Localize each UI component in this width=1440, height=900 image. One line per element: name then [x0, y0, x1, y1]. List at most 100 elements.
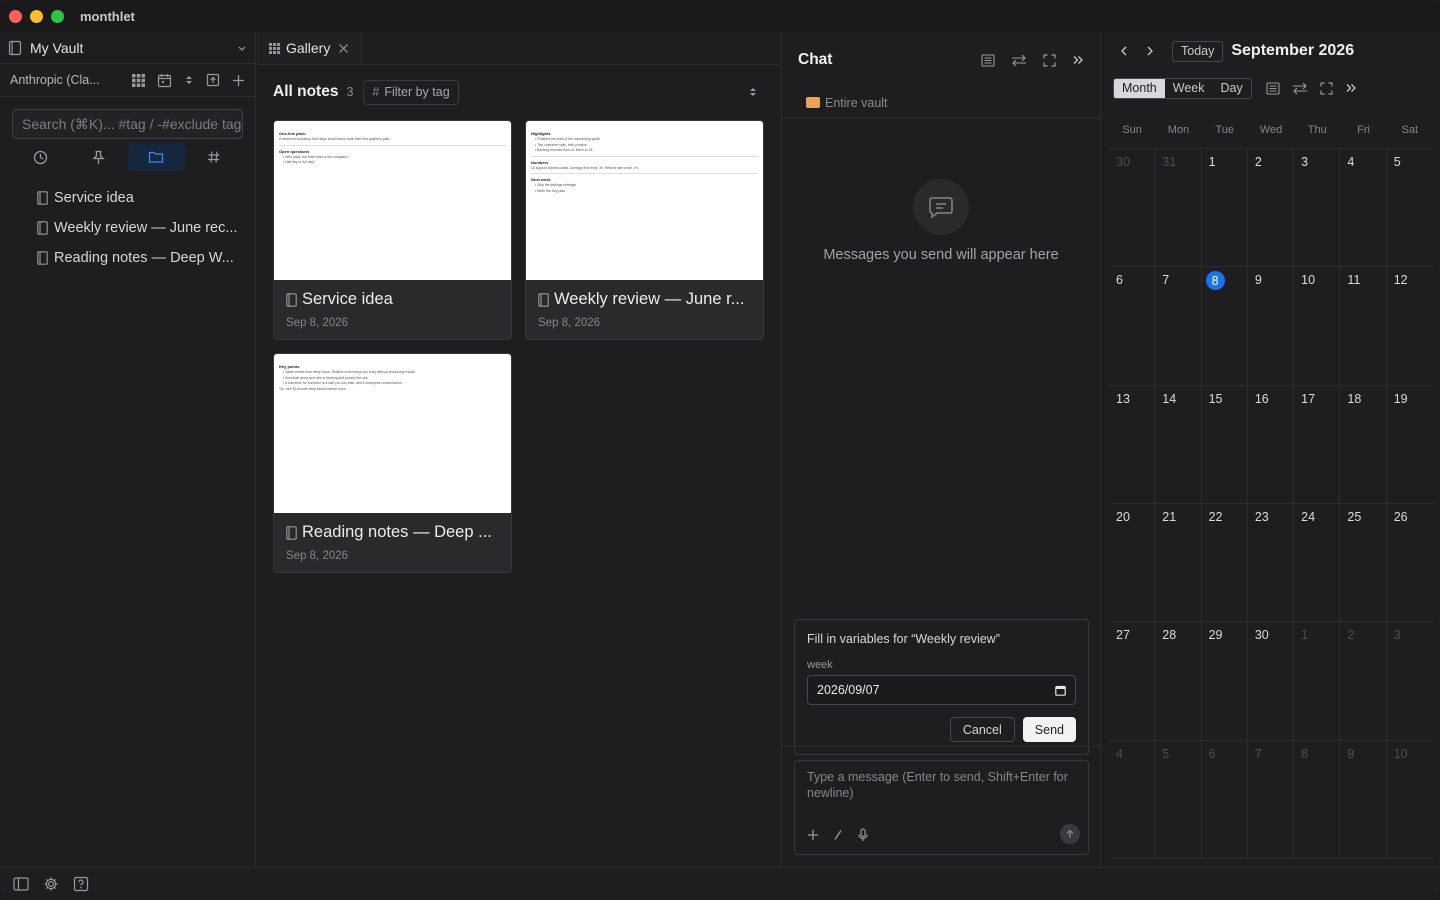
- zoom-window-button[interactable]: [51, 9, 64, 23]
- settings-icon[interactable]: [43, 876, 59, 892]
- calendar-day[interactable]: 18: [1340, 385, 1387, 504]
- import-icon[interactable]: [206, 73, 220, 87]
- calendar-day[interactable]: 6: [1109, 267, 1156, 386]
- calendar-day[interactable]: 7: [1155, 267, 1202, 386]
- cancel-button[interactable]: Cancel: [949, 717, 1015, 742]
- swap-icon[interactable]: [1292, 82, 1308, 95]
- calendar-day[interactable]: 7: [1247, 740, 1295, 859]
- calendar-day[interactable]: 6: [1201, 740, 1248, 859]
- slash-command-icon[interactable]: [833, 828, 843, 842]
- calendar-icon[interactable]: [157, 73, 172, 88]
- model-selector[interactable]: Anthropic (Cla...: [10, 73, 120, 87]
- help-icon[interactable]: [73, 876, 89, 892]
- calendar-day[interactable]: 30: [1247, 622, 1295, 741]
- calendar-day[interactable]: 21: [1155, 504, 1202, 623]
- view-week-button[interactable]: Week: [1165, 79, 1213, 98]
- calendar-day[interactable]: 24: [1294, 504, 1341, 623]
- calendar-day[interactable]: 2: [1247, 149, 1295, 268]
- file-tree-item[interactable]: Service idea: [0, 183, 255, 213]
- collapse-panel-icon[interactable]: [1072, 54, 1084, 66]
- calendar-day[interactable]: 4: [1340, 149, 1387, 268]
- list-icon[interactable]: [1266, 81, 1280, 95]
- tab-recent[interactable]: [12, 143, 70, 171]
- close-window-button[interactable]: [9, 9, 22, 23]
- sort-icon[interactable]: [748, 86, 758, 98]
- calendar-day[interactable]: 10: [1294, 267, 1341, 386]
- view-day-button[interactable]: Day: [1212, 79, 1250, 98]
- calendar-day[interactable]: 31: [1155, 149, 1202, 268]
- new-note-plus-icon[interactable]: [232, 74, 245, 87]
- calendar-day[interactable]: 28: [1155, 622, 1202, 741]
- calendar-day[interactable]: 9: [1247, 267, 1295, 386]
- calendar-day[interactable]: 27: [1109, 622, 1156, 741]
- calendar-day[interactable]: 29: [1201, 622, 1248, 741]
- gallery-icon[interactable]: [132, 73, 145, 87]
- microphone-icon[interactable]: [857, 828, 869, 842]
- expand-icon[interactable]: [1043, 53, 1056, 67]
- calendar-day[interactable]: 14: [1155, 385, 1202, 504]
- today-button[interactable]: Today: [1172, 40, 1224, 62]
- close-tab-icon[interactable]: [338, 43, 349, 54]
- calendar-day[interactable]: 2: [1340, 622, 1387, 741]
- calendar-day[interactable]: 1: [1294, 622, 1341, 741]
- calendar-day[interactable]: 26: [1386, 504, 1433, 623]
- calendar-day[interactable]: 5: [1386, 149, 1433, 268]
- note-card[interactable]: One-line pitch A weekend workshop that he…: [273, 120, 512, 340]
- view-month-button[interactable]: Month: [1114, 78, 1165, 98]
- tab-gallery[interactable]: Gallery: [257, 32, 363, 64]
- calendar-day[interactable]: 8: [1294, 740, 1341, 859]
- calendar-day[interactable]: 17: [1294, 385, 1341, 504]
- history-list-icon[interactable]: [981, 53, 995, 67]
- sort-icon[interactable]: [184, 74, 194, 86]
- calendar-day[interactable]: 10: [1386, 741, 1433, 859]
- week-date-input[interactable]: 2026/09/07: [807, 675, 1076, 705]
- calendar-day[interactable]: 4: [1109, 740, 1156, 859]
- tab-tags[interactable]: [185, 143, 243, 171]
- calendar-day[interactable]: 20: [1109, 504, 1156, 623]
- minimize-window-button[interactable]: [30, 9, 43, 23]
- calendar-day[interactable]: 16: [1247, 385, 1295, 504]
- vault-switcher[interactable]: My Vault: [0, 32, 255, 64]
- file-tree-item[interactable]: Reading notes — Deep W...: [0, 243, 255, 273]
- calendar-day[interactable]: 19: [1386, 386, 1433, 504]
- calendar-day[interactable]: 13: [1109, 385, 1156, 504]
- calendar-day[interactable]: 3: [1294, 149, 1341, 268]
- calendar-day[interactable]: 1: [1201, 149, 1248, 268]
- day-number: 4: [1347, 155, 1355, 169]
- calendar-day[interactable]: 30: [1109, 149, 1156, 268]
- calendar-day[interactable]: 15: [1201, 385, 1248, 504]
- calendar-day[interactable]: 12: [1386, 267, 1433, 386]
- filter-by-tag-button[interactable]: # Filter by tag: [363, 79, 459, 105]
- collapse-panel-icon[interactable]: [1345, 82, 1357, 94]
- swap-icon[interactable]: [1011, 54, 1027, 67]
- day-number: 17: [1301, 391, 1316, 406]
- day-number: 9: [1347, 746, 1355, 761]
- chat-scope-selector[interactable]: Entire vault: [782, 88, 1100, 118]
- chevron-left-icon[interactable]: [1120, 45, 1128, 57]
- calendar-day[interactable]: 23: [1247, 504, 1295, 623]
- attach-plus-icon[interactable]: [807, 828, 819, 842]
- search-input[interactable]: Search (⌘K)... #tag / -#exclude tag: [12, 109, 243, 139]
- note-card[interactable]: Highlights • Finished the draft of the on…: [525, 120, 764, 340]
- expand-icon[interactable]: [1320, 81, 1333, 95]
- message-input[interactable]: Type a message (Enter to send, Shift+Ent…: [794, 760, 1089, 855]
- sidebar-toggle-icon[interactable]: [13, 877, 29, 891]
- send-message-button[interactable]: [1060, 824, 1080, 844]
- calendar-day[interactable]: 22: [1201, 504, 1248, 623]
- chevron-down-icon: [237, 43, 247, 53]
- send-button[interactable]: Send: [1022, 717, 1076, 742]
- chevron-right-icon[interactable]: [1146, 45, 1154, 57]
- calendar-day-today[interactable]: 8: [1201, 267, 1248, 386]
- calendar-day[interactable]: 11: [1340, 267, 1387, 386]
- calendar-day[interactable]: 3: [1386, 622, 1433, 741]
- day-number: 1: [1301, 628, 1309, 643]
- calendar-day[interactable]: 5: [1155, 740, 1202, 859]
- tab-pinned[interactable]: [70, 143, 128, 171]
- tab-folders[interactable]: [127, 143, 186, 171]
- calendar-picker-icon[interactable]: [1055, 685, 1066, 696]
- file-tree-item[interactable]: Weekly review — June rec...: [0, 213, 255, 243]
- note-card[interactable]: Key points • Value comes from deep focus.…: [273, 353, 512, 573]
- day-number: 14: [1162, 391, 1177, 406]
- calendar-day[interactable]: 9: [1340, 740, 1387, 859]
- calendar-day[interactable]: 25: [1340, 504, 1387, 623]
